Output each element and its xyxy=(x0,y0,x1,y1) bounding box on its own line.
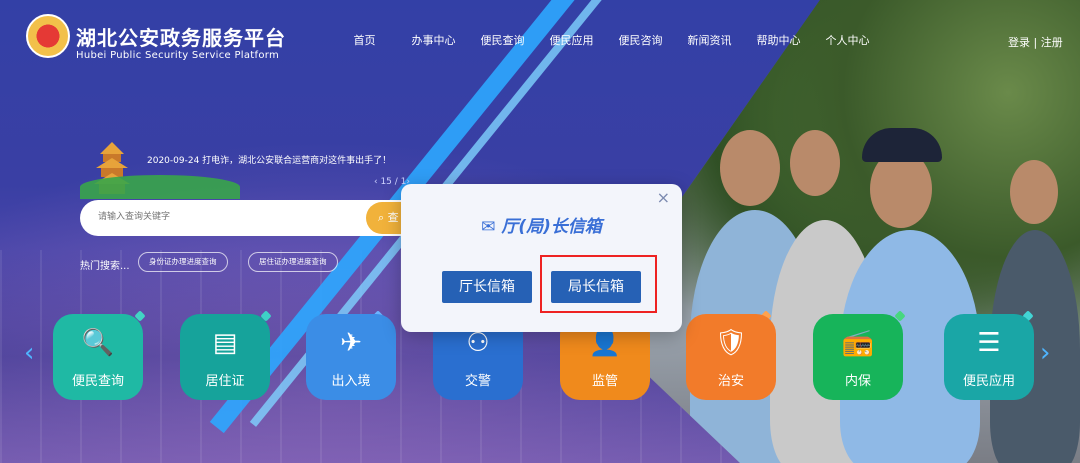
service-label: 便民应用 xyxy=(962,374,1015,389)
main-nav: 首页 办事中心 便民查询 便民应用 便民咨询 新闻资讯 帮助中心 个人中心 xyxy=(330,32,882,48)
nav-help[interactable]: 帮助中心 xyxy=(744,32,813,48)
plane-icon: ✈ xyxy=(340,328,362,358)
search-button-label: 查 xyxy=(387,211,399,224)
person-icon: 👤 xyxy=(588,328,622,358)
nav-consult[interactable]: 便民咨询 xyxy=(606,32,675,48)
service-label: 便民查询 xyxy=(71,374,124,389)
search-doc-icon: 🔍 xyxy=(81,328,115,358)
hot-tag-residence-permit[interactable]: 居住证办理进度查询 xyxy=(248,252,338,272)
service-internal-security[interactable]: 📻 内保 xyxy=(813,314,903,400)
login-register-link[interactable]: 登录 | 注册 xyxy=(1008,34,1063,50)
radio-icon: 📻 xyxy=(841,328,875,358)
service-label: 交警 xyxy=(464,374,491,389)
hot-search-label: 热门搜索... xyxy=(80,261,130,272)
mail-icon: ✉ xyxy=(481,217,496,237)
nav-apps[interactable]: 便民应用 xyxy=(537,32,606,48)
hills-decor xyxy=(80,175,240,199)
nav-service-center[interactable]: 办事中心 xyxy=(399,32,468,48)
hall-director-mailbox-button[interactable]: 厅长信箱 xyxy=(442,271,532,303)
search-icon: ⌕ xyxy=(378,211,385,224)
close-icon[interactable]: × xyxy=(657,188,670,207)
service-residence-permit[interactable]: ▤ 居住证 xyxy=(180,314,270,400)
nav-query[interactable]: 便民查询 xyxy=(468,32,537,48)
hot-tag-id-card[interactable]: 身份证办理进度查询 xyxy=(138,252,228,272)
modal-title-text: 厅(局)长信箱 xyxy=(501,217,602,237)
search-input[interactable] xyxy=(98,211,358,221)
service-label: 治安 xyxy=(717,374,744,389)
service-public-security[interactable]: 🛡 治安 xyxy=(686,314,776,400)
traffic-light-icon: ⚇ xyxy=(466,328,490,358)
news-ticker[interactable]: 2020-09-24 打电诈，湖北公安联合运营商对这件事出手了！ xyxy=(147,153,391,166)
shield-icon: 🛡 xyxy=(714,328,748,358)
site-title: 湖北公安政务服务平台 xyxy=(76,26,286,50)
service-label: 居住证 xyxy=(205,374,245,389)
nav-home[interactable]: 首页 xyxy=(330,32,399,48)
service-exit-entry[interactable]: ✈ 出入境 xyxy=(306,314,396,400)
prev-arrow-icon[interactable]: ‹ xyxy=(24,338,34,368)
next-arrow-icon[interactable]: › xyxy=(1040,338,1050,368)
card-icon: ▤ xyxy=(212,328,238,358)
modal-title: ✉ 厅(局)长信箱 xyxy=(401,212,682,237)
service-query[interactable]: 🔍 便民查询 xyxy=(53,314,143,400)
site-subtitle: Hubei Public Security Service Platform xyxy=(76,50,280,61)
nav-personal[interactable]: 个人中心 xyxy=(813,32,882,48)
list-icon: ☰ xyxy=(977,328,1001,358)
nav-news[interactable]: 新闻资讯 xyxy=(675,32,744,48)
service-label: 内保 xyxy=(844,374,871,389)
service-label: 出入境 xyxy=(331,374,371,389)
highlight-box xyxy=(540,255,657,313)
police-emblem-logo[interactable] xyxy=(26,14,70,58)
service-apps[interactable]: ☰ 便民应用 xyxy=(944,314,1034,400)
service-label: 监管 xyxy=(591,374,618,389)
